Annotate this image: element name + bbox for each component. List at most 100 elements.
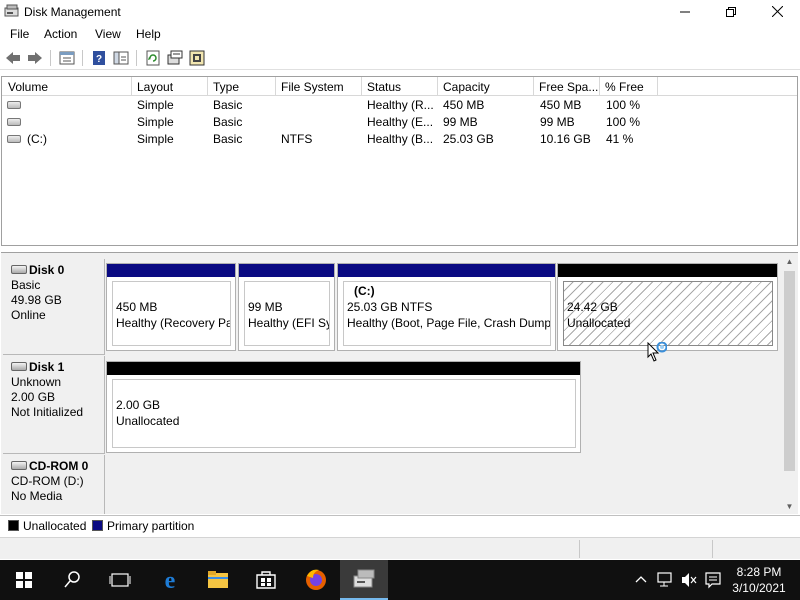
cell-type: Basic [213,98,243,112]
cdrom-0-row: CD-ROM 0 CD-ROM (D:) No Media [1,455,781,514]
disk-1-unallocated[interactable]: 2.00 GB Unallocated [106,361,581,453]
column-divider[interactable] [361,77,362,96]
start-button[interactable] [0,560,48,600]
cdrom-0-label[interactable]: CD-ROM 0 CD-ROM (D:) No Media [3,455,105,514]
partition-size: 24.42 GB [567,300,618,314]
partition-c-drive[interactable]: (C:) 25.03 GB NTFS Healthy (Boot, Page F… [337,263,556,351]
menu-file[interactable]: File [10,27,29,41]
task-view-button[interactable] [96,560,144,600]
firefox-icon [306,569,326,590]
partition-status: Unallocated [116,414,180,428]
refresh-icon[interactable] [144,49,162,67]
forward-icon[interactable] [26,49,44,67]
rescan-disks-icon[interactable] [166,49,184,67]
firefox-taskbar-button[interactable] [292,560,340,600]
edge-taskbar-button[interactable]: e [146,560,194,600]
disk-size: 2.00 GB [11,390,56,404]
help-icon[interactable]: ? [90,49,108,67]
menu-view[interactable]: View [95,27,121,41]
menu-bar: File Action View Help [0,24,800,44]
partition-title: (C:) [354,284,375,298]
column-type[interactable]: Type [209,80,239,98]
file-explorer-icon [208,571,228,588]
column-status[interactable]: Status [363,80,401,98]
column-divider[interactable] [657,77,658,96]
table-row[interactable]: Simple Basic Healthy (E... 99 MB 99 MB 1… [2,114,797,131]
disk-type: Basic [11,278,41,292]
cell-status: Healthy (E... [367,115,434,129]
show-hidden-icons-icon[interactable] [632,560,650,600]
table-row[interactable]: Simple Basic Healthy (R... 450 MB 450 MB… [2,97,797,114]
disk-management-app-icon [4,4,19,17]
column-divider[interactable] [599,77,600,96]
disk-state: No Media [11,489,63,503]
disk-size: 49.98 GB [11,293,62,307]
console-tree-icon[interactable] [112,49,130,67]
volume-muted-icon[interactable] [678,560,700,600]
disk-1-label[interactable]: Disk 1 Unknown 2.00 GB Not Initialized [3,356,105,454]
cell-layout: Simple [137,98,174,112]
status-separator [712,540,713,558]
cell-layout: Simple [137,115,174,129]
column-divider[interactable] [437,77,438,96]
drive-icon [7,118,21,126]
partition-size: 25.03 GB NTFS [347,300,433,314]
settings-icon[interactable] [188,49,206,67]
cell-percent-free: 41 % [606,132,634,146]
search-button[interactable] [48,560,96,600]
disk-state: Online [11,308,46,322]
disk-0-row: Disk 0 Basic 49.98 GB Online 450 MB Heal… [1,259,781,355]
menu-action[interactable]: Action [44,27,77,41]
drive-icon [7,101,21,109]
column-file-system[interactable]: File System [277,80,344,98]
column-volume[interactable]: Volume [4,80,48,98]
volume-list[interactable]: Volume Layout Type File System Status Ca… [1,76,798,246]
cell-capacity: 450 MB [443,98,485,112]
minimize-button[interactable] [662,0,708,24]
table-row[interactable]: (C:) Simple Basic NTFS Healthy (B... 25.… [2,131,797,148]
disk-1-name: Disk 1 [29,360,65,374]
partition-recovery[interactable]: 450 MB Healthy (Recovery Par [106,263,236,351]
partition-info: 24.42 GB Unallocated [563,281,773,346]
column-divider[interactable] [207,77,208,96]
column-capacity[interactable]: Capacity [439,80,490,98]
minimize-icon [680,11,690,13]
disk-graphical-view[interactable]: Disk 0 Basic 49.98 GB Online 450 MB Heal… [1,252,798,514]
partition-unallocated[interactable]: 24.42 GB Unallocated [557,263,778,351]
scrollbar-thumb[interactable] [784,271,795,471]
column-divider[interactable] [131,77,132,96]
scroll-up-arrow-icon[interactable]: ▲ [781,253,798,270]
partition-status: Unallocated [567,316,631,330]
back-icon[interactable] [4,49,22,67]
cell-volume: (C:) [27,132,47,146]
status-separator [579,540,580,558]
partition-efi[interactable]: 99 MB Healthy (EFI Sys [238,263,335,351]
partition-status: Healthy (EFI Sys [248,316,330,330]
cell-free-space: 450 MB [540,98,582,112]
column-layout[interactable]: Layout [133,80,173,98]
disk-management-taskbar-button[interactable] [340,560,388,600]
column-divider[interactable] [275,77,276,96]
column-percent-free[interactable]: % Free [601,80,644,98]
cell-status: Healthy (R... [367,98,434,112]
action-center-icon[interactable] [702,560,724,600]
network-icon[interactable] [654,560,676,600]
disk-0-label[interactable]: Disk 0 Basic 49.98 GB Online [3,259,105,355]
legend-primary-swatch [92,520,103,531]
column-free-space[interactable]: Free Spa... [535,80,598,98]
volume-list-header: Volume Layout Type File System Status Ca… [2,77,797,96]
cell-layout: Simple [137,132,174,146]
vertical-scrollbar[interactable]: ▲ ▼ [781,253,798,514]
menu-help[interactable]: Help [136,27,161,41]
clock-date: 3/10/2021 [732,581,786,595]
clock[interactable]: 8:28 PM 3/10/2021 [724,564,794,596]
file-explorer-taskbar-button[interactable] [194,560,242,600]
store-taskbar-button[interactable] [242,560,290,600]
restore-button[interactable] [708,0,754,24]
close-button[interactable] [754,0,800,24]
cell-free-space: 99 MB [540,115,575,129]
scroll-down-arrow-icon[interactable]: ▼ [781,498,798,514]
column-divider[interactable] [533,77,534,96]
cell-status: Healthy (B... [367,132,434,146]
properties-pane-icon[interactable] [58,49,76,67]
